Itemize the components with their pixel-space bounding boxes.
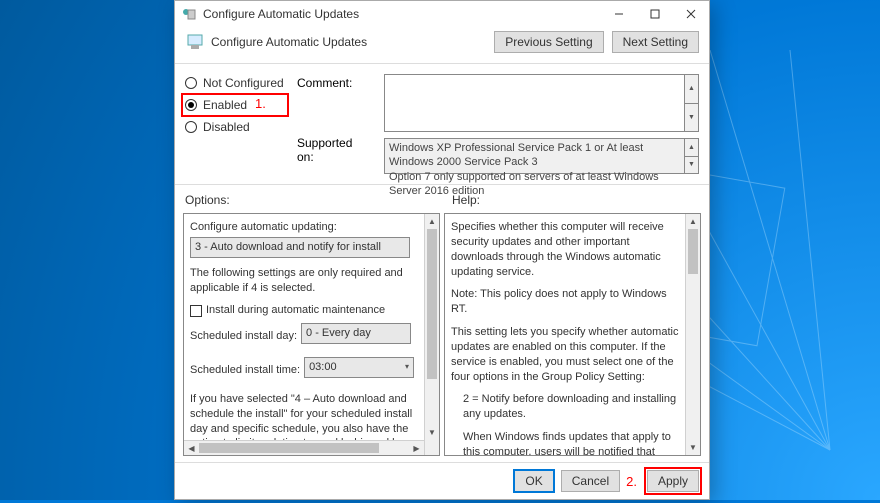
titlebar: Configure Automatic Updates (175, 1, 709, 27)
sched-time-label: Scheduled install time: (190, 363, 300, 378)
ok-button[interactable]: OK (513, 469, 554, 493)
policy-header: Configure Automatic Updates Previous Set… (175, 27, 709, 64)
configure-updating-value: 3 - Auto download and notify for install (195, 241, 381, 253)
help-pane[interactable]: Specifies whether this computer will rec… (445, 214, 700, 455)
configure-updating-label: Configure automatic updating: (190, 220, 423, 235)
gpedit-dialog: Configure Automatic Updates Configure Au… (174, 0, 710, 500)
help-paragraph: Note: This policy does not apply to Wind… (451, 287, 684, 317)
annotation-2: 2. (626, 474, 637, 489)
help-pane-wrap: Specifies whether this computer will rec… (444, 213, 701, 456)
close-button[interactable] (673, 1, 709, 27)
sched-time-value: 03:00 (309, 361, 337, 373)
policy-icon (185, 32, 205, 52)
radio-label: Not Configured (203, 76, 284, 90)
install-maintenance-checkbox[interactable]: Install during automatic maintenance (190, 303, 423, 318)
next-setting-button[interactable]: Next Setting (612, 31, 699, 53)
sched-day-value: 0 - Every day (306, 327, 371, 339)
window-title: Configure Automatic Updates (203, 7, 601, 21)
cancel-button[interactable]: Cancel (561, 470, 620, 492)
maximize-button[interactable] (637, 1, 673, 27)
configure-updating-select[interactable]: 3 - Auto download and notify for install (190, 237, 410, 258)
options-hscrollbar[interactable]: ◀▶ (184, 440, 424, 455)
lower-panels: Options: Configure automatic updating: 3… (175, 185, 709, 463)
dialog-footer: OK Cancel 2. Apply (175, 463, 709, 499)
previous-setting-button[interactable]: Previous Setting (494, 31, 603, 53)
comment-label: Comment: (297, 76, 352, 90)
desktop-wallpaper: Configure Automatic Updates Configure Au… (0, 0, 880, 500)
sched-day-label: Scheduled install day: (190, 329, 297, 344)
supported-on-label: Supported on: (297, 136, 372, 164)
help-option-2: 2 = Notify before downloading and instal… (463, 392, 684, 422)
help-option-2-desc: When Windows finds updates that apply to… (463, 430, 684, 455)
radio-enabled[interactable]: Enabled (185, 97, 285, 113)
install-maintenance-label: Install during automatic maintenance (206, 303, 385, 318)
sched-time-select[interactable]: 03:00▾ (304, 357, 414, 378)
policy-title: Configure Automatic Updates (211, 35, 494, 49)
radio-label: Enabled (203, 98, 247, 112)
window-icon (181, 6, 197, 22)
sched-day-select[interactable]: 0 - Every day (301, 323, 411, 344)
help-paragraph: Specifies whether this computer will rec… (451, 220, 684, 279)
minimize-button[interactable] (601, 1, 637, 27)
comment-textarea[interactable]: ▲▼ (384, 74, 699, 132)
comment-spinner[interactable]: ▲▼ (684, 75, 698, 131)
options-column: Options: Configure automatic updating: 3… (175, 185, 442, 462)
help-vscrollbar[interactable]: ▲ ▼ (685, 214, 700, 455)
radio-icon (185, 121, 197, 133)
required-settings-note: The following settings are only required… (190, 266, 423, 296)
options-pane[interactable]: Configure automatic updating: 3 - Auto d… (184, 214, 439, 455)
help-paragraph: This setting lets you specify whether au… (451, 325, 684, 384)
radio-disabled[interactable]: Disabled (185, 120, 285, 134)
supported-on-text: Windows XP Professional Service Pack 1 o… (384, 138, 699, 174)
radio-label: Disabled (203, 120, 250, 134)
apply-button[interactable]: Apply (647, 470, 699, 492)
radio-not-configured[interactable]: Not Configured (185, 76, 285, 90)
supported-spinner[interactable]: ▲▼ (684, 139, 698, 173)
radio-icon (185, 99, 197, 111)
options-vscrollbar[interactable]: ▲ ▼ (424, 214, 439, 455)
radio-icon (185, 77, 197, 89)
annotation-1: 1. (255, 96, 266, 111)
help-column: Help: Specifies whether this computer wi… (442, 185, 709, 462)
options-pane-wrap: Configure automatic updating: 3 - Auto d… (183, 213, 440, 456)
state-panel: Not Configured Enabled 1. Disabled Comme… (175, 64, 709, 185)
